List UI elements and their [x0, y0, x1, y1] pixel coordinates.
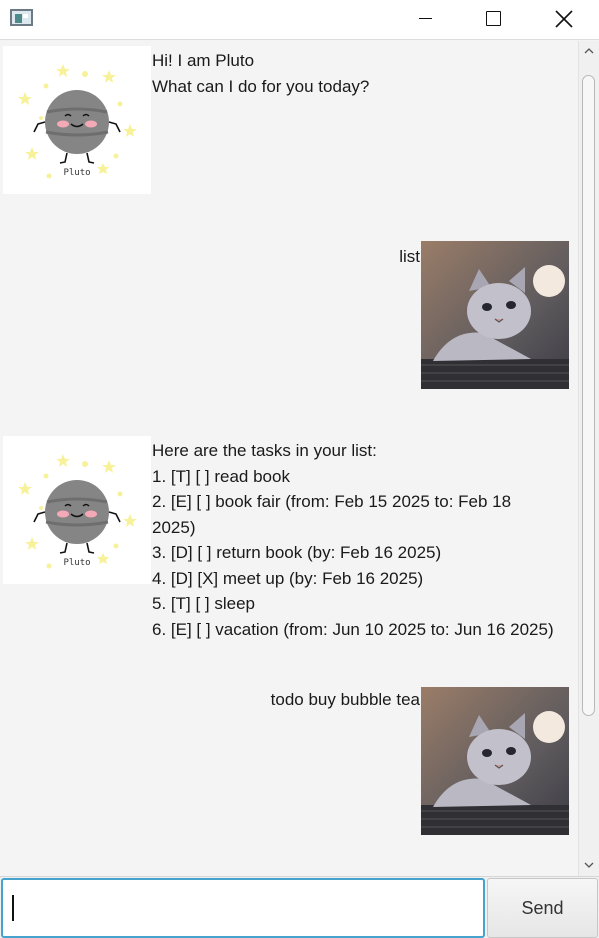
- window-title-bar[interactable]: [0, 0, 599, 40]
- text-cursor: [12, 895, 14, 921]
- minimize-icon: [419, 18, 432, 19]
- bot-message-text: Hi! I am Pluto What can I do for you tod…: [152, 51, 370, 96]
- cat-avatar: [421, 241, 569, 389]
- message-input[interactable]: [1, 878, 485, 938]
- bot-message-row: Pluto Hi! I am Pluto What can I do for y…: [0, 41, 578, 201]
- user-message-text: list: [399, 247, 420, 266]
- user-message-row: list: [0, 236, 578, 396]
- chat-scroll-pane[interactable]: Pluto Hi! I am Pluto What can I do for y…: [0, 41, 578, 876]
- java-app-icon: [10, 9, 33, 26]
- minimize-button[interactable]: [396, 0, 456, 40]
- maximize-icon: [486, 11, 501, 26]
- vertical-scrollbar[interactable]: [578, 41, 599, 876]
- pluto-planet-avatar: Pluto: [3, 46, 151, 194]
- send-button[interactable]: Send: [487, 878, 598, 938]
- user-message-text: todo buy bubble tea: [270, 690, 420, 709]
- avatar-caption: Pluto: [63, 558, 90, 568]
- close-icon: [555, 10, 573, 28]
- bot-message-text: Here are the tasks in your list: 1. [T] …: [152, 441, 554, 639]
- bot-message-row: Pluto Here are the tasks in your list: 1…: [0, 431, 578, 671]
- scroll-up-arrow-icon[interactable]: [583, 45, 595, 57]
- user-message-row: todo buy bubble tea: [0, 682, 578, 842]
- close-button[interactable]: [534, 0, 594, 40]
- scroll-down-arrow-icon[interactable]: [583, 859, 595, 871]
- avatar-caption: Pluto: [63, 168, 90, 178]
- maximize-button[interactable]: [463, 0, 523, 40]
- cat-avatar: [421, 687, 569, 835]
- pluto-planet-avatar: Pluto: [3, 436, 151, 584]
- input-bar: Send: [0, 876, 599, 938]
- scrollbar-thumb[interactable]: [582, 75, 595, 716]
